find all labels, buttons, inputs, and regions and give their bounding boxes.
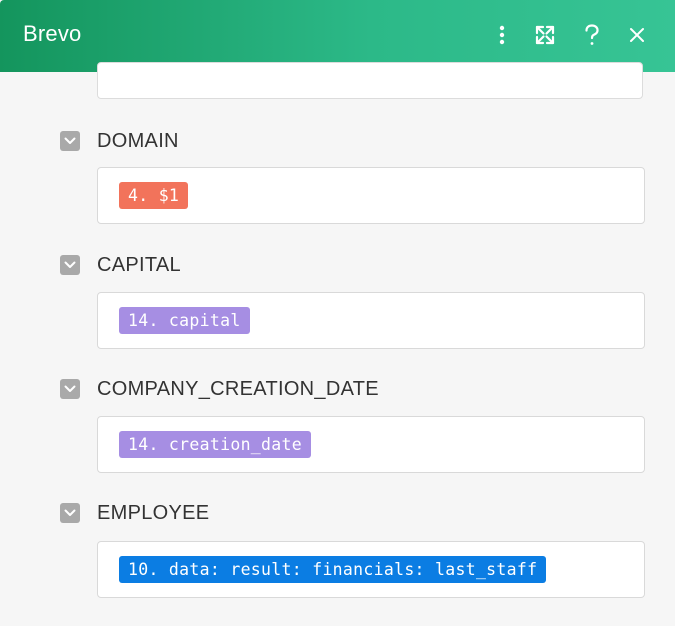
- chevron-down-icon: [64, 380, 76, 398]
- domain-field-input[interactable]: 4. $1: [97, 167, 645, 224]
- field-label-row: EMPLOYEE: [60, 502, 209, 524]
- mapped-value-pill[interactable]: 14. creation_date: [119, 431, 311, 458]
- close-icon: [629, 27, 645, 43]
- chevron-down-icon: [64, 504, 76, 522]
- more-options-button[interactable]: [485, 18, 519, 52]
- field-label-row: CAPITAL: [60, 254, 181, 276]
- scrollbar-track: [675, 0, 688, 626]
- employee-field-input[interactable]: 10. data: result: financials: last_staff: [97, 541, 645, 598]
- help-icon: [584, 24, 600, 46]
- field-label: CAPITAL: [97, 253, 181, 276]
- help-button[interactable]: [575, 18, 609, 52]
- chevron-down-icon: [64, 256, 76, 274]
- brevo-module-dialog: Brevo DOMAIN 4. $1 CAPITAL 14. capital C…: [0, 0, 688, 626]
- field-label-row: DOMAIN: [60, 130, 179, 152]
- close-button[interactable]: [620, 18, 654, 52]
- field-toggle[interactable]: [60, 379, 80, 399]
- field-label: DOMAIN: [97, 129, 179, 152]
- mapped-value-pill[interactable]: 4. $1: [119, 182, 189, 209]
- more-vertical-icon: [499, 25, 505, 45]
- dialog-title: Brevo: [23, 21, 82, 46]
- field-label: COMPANY_CREATION_DATE: [97, 377, 379, 400]
- expand-button[interactable]: [528, 18, 562, 52]
- field-label-row: COMPANY_CREATION_DATE: [60, 378, 379, 400]
- dialog-body: DOMAIN 4. $1 CAPITAL 14. capital COMPANY…: [0, 62, 675, 626]
- mapped-value-pill[interactable]: 10. data: result: financials: last_staff: [119, 556, 547, 583]
- mapped-value-pill[interactable]: 14. capital: [119, 307, 250, 334]
- field-label: EMPLOYEE: [97, 501, 210, 524]
- field-toggle[interactable]: [60, 131, 80, 151]
- company-creation-date-field-input[interactable]: 14. creation_date: [97, 416, 645, 473]
- expand-icon: [534, 24, 556, 46]
- chevron-down-icon: [64, 132, 76, 150]
- field-toggle[interactable]: [60, 503, 80, 523]
- previous-field-input[interactable]: [97, 62, 643, 99]
- field-toggle[interactable]: [60, 255, 80, 275]
- capital-field-input[interactable]: 14. capital: [97, 292, 645, 349]
